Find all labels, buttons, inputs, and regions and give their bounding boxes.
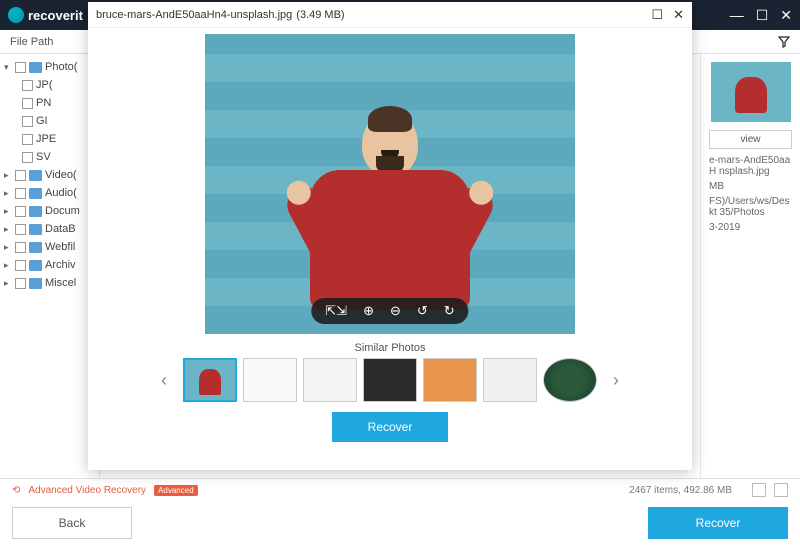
- tree-item-archive[interactable]: ▸Archiv: [0, 256, 99, 274]
- advanced-badge: Advanced: [154, 485, 198, 496]
- preview-modal: bruce-mars-AndE50aaHn4-unsplash.jpg (3.4…: [88, 2, 692, 470]
- checkbox[interactable]: [15, 242, 26, 253]
- similar-thumb[interactable]: [363, 358, 417, 402]
- grid-view-icon[interactable]: [752, 483, 766, 497]
- checkbox[interactable]: [15, 224, 26, 235]
- recover-button[interactable]: Recover: [648, 507, 788, 539]
- app-name: recoverit: [28, 8, 83, 23]
- checkbox[interactable]: [22, 80, 33, 91]
- similar-thumb[interactable]: [543, 358, 597, 402]
- modal-filesize: (3.49 MB): [296, 9, 344, 21]
- similar-thumb[interactable]: [183, 358, 237, 402]
- checkbox[interactable]: [22, 98, 33, 109]
- tree-item-database[interactable]: ▸DataB: [0, 220, 99, 238]
- logo-icon: [8, 7, 24, 23]
- tree-item-photo[interactable]: ▾Photo(: [0, 58, 99, 76]
- tree-item-audio[interactable]: ▸Audio(: [0, 184, 99, 202]
- close-button[interactable]: ✕: [780, 7, 792, 24]
- folder-icon: [29, 170, 42, 181]
- chevron-right-icon[interactable]: ▸: [4, 224, 12, 235]
- folder-icon: [29, 260, 42, 271]
- item-count: 2467 items, 492.86 MB: [629, 485, 732, 496]
- checkbox[interactable]: [15, 260, 26, 271]
- filter-icon[interactable]: [778, 36, 790, 48]
- rotate-right-icon[interactable]: ↻: [444, 303, 455, 319]
- checkbox[interactable]: [15, 278, 26, 289]
- back-button[interactable]: Back: [12, 507, 132, 539]
- tree-item-document[interactable]: ▸Docum: [0, 202, 99, 220]
- restore-icon: ⟲: [12, 485, 20, 496]
- tree-item-video[interactable]: ▸Video(: [0, 166, 99, 184]
- chevron-right-icon[interactable]: ▸: [4, 188, 12, 199]
- window-controls: — ☐ ✕: [730, 7, 792, 24]
- sidebar: ▾Photo( JP( PN GI JPE SV ▸Video( ▸Audio(…: [0, 54, 100, 478]
- chevron-right-icon[interactable]: ▸: [4, 260, 12, 271]
- modal-close-button[interactable]: ✕: [673, 7, 684, 23]
- detail-size: MB: [709, 181, 792, 192]
- checkbox[interactable]: [15, 206, 26, 217]
- modal-header: bruce-mars-AndE50aaHn4-unsplash.jpg (3.4…: [88, 2, 692, 28]
- similar-thumb[interactable]: [423, 358, 477, 402]
- detail-path: FS)/Users/ws/Deskt 35/Photos: [709, 196, 792, 218]
- similar-thumb[interactable]: [483, 358, 537, 402]
- folder-icon: [29, 224, 42, 235]
- folder-icon: [29, 278, 42, 289]
- modal-recover-button[interactable]: Recover: [332, 412, 449, 442]
- fit-icon[interactable]: ⇱⇲: [325, 303, 347, 319]
- checkbox[interactable]: [15, 62, 26, 73]
- rotate-left-icon[interactable]: ↺: [417, 303, 428, 319]
- tree-item-png[interactable]: PN: [0, 94, 99, 112]
- list-view-icon[interactable]: [774, 483, 788, 497]
- maximize-button[interactable]: ☐: [756, 7, 769, 24]
- app-logo: recoverit: [8, 7, 83, 23]
- preview-button[interactable]: view: [709, 130, 792, 149]
- advanced-recovery-link[interactable]: Advanced Video Recovery: [28, 485, 146, 496]
- details-panel: view e-mars-AndE50aaH nsplash.jpg MB FS)…: [700, 54, 800, 478]
- similar-thumb[interactable]: [303, 358, 357, 402]
- folder-icon: [29, 188, 42, 199]
- zoom-out-icon[interactable]: ⊖: [390, 303, 401, 319]
- image-toolbar: ⇱⇲ ⊕ ⊖ ↺ ↻: [311, 298, 468, 324]
- tree-item-jpeg[interactable]: JPE: [0, 130, 99, 148]
- chevron-right-icon[interactable]: ▸: [4, 242, 12, 253]
- folder-icon: [29, 206, 42, 217]
- checkbox[interactable]: [22, 134, 33, 145]
- folder-icon: [29, 62, 42, 73]
- chevron-right-icon[interactable]: ▸: [4, 206, 12, 217]
- detail-thumbnail: [711, 62, 791, 122]
- zoom-in-icon[interactable]: ⊕: [363, 303, 374, 319]
- similar-thumb[interactable]: [243, 358, 297, 402]
- folder-icon: [29, 242, 42, 253]
- minimize-button[interactable]: —: [730, 7, 744, 24]
- filepath-label: File Path: [10, 36, 53, 48]
- chevron-right-icon[interactable]: ▸: [4, 170, 12, 181]
- tree-item-gif[interactable]: GI: [0, 112, 99, 130]
- similar-photos-label: Similar Photos: [355, 342, 426, 354]
- chevron-right-icon[interactable]: ▸: [4, 278, 12, 289]
- detail-filename: e-mars-AndE50aaH nsplash.jpg: [709, 155, 792, 177]
- tree-item-webfile[interactable]: ▸Webfil: [0, 238, 99, 256]
- next-arrow[interactable]: ›: [607, 370, 625, 391]
- detail-date: 3-2019: [709, 222, 792, 233]
- modal-maximize-button[interactable]: ☐: [651, 7, 663, 23]
- tree-item-svg[interactable]: SV: [0, 148, 99, 166]
- footer: ⟲ Advanced Video Recovery Advanced 2467 …: [0, 478, 800, 550]
- checkbox[interactable]: [22, 116, 33, 127]
- checkbox[interactable]: [15, 170, 26, 181]
- checkbox[interactable]: [22, 152, 33, 163]
- tree-item-jpg[interactable]: JP(: [0, 76, 99, 94]
- prev-arrow[interactable]: ‹: [155, 370, 173, 391]
- checkbox[interactable]: [15, 188, 26, 199]
- chevron-down-icon[interactable]: ▾: [4, 62, 12, 73]
- preview-image: ⇱⇲ ⊕ ⊖ ↺ ↻: [205, 34, 575, 334]
- modal-filename: bruce-mars-AndE50aaHn4-unsplash.jpg: [96, 9, 292, 21]
- tree-item-misc[interactable]: ▸Miscel: [0, 274, 99, 292]
